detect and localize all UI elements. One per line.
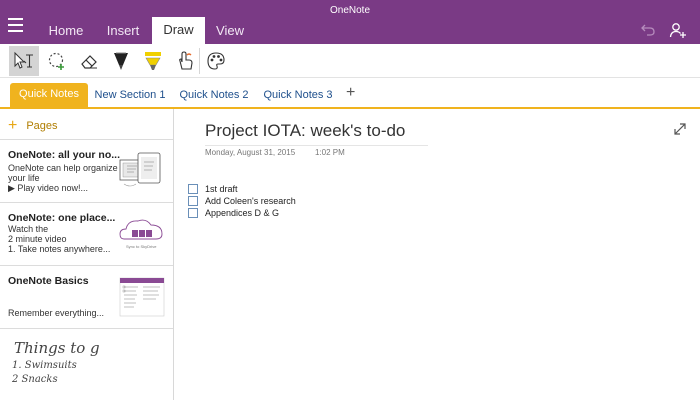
page-title[interactable]: Project IOTA: week's to-do bbox=[205, 121, 405, 141]
page-list-item[interactable]: OneNote: all your no... OneNote can help… bbox=[0, 139, 173, 202]
eraser-tool[interactable] bbox=[74, 46, 104, 76]
tab-home[interactable]: Home bbox=[38, 18, 94, 44]
todo-checkbox[interactable] bbox=[188, 196, 198, 206]
handwriting-preview: Things to g 1. Swimsuits 2 Snacks bbox=[11, 339, 100, 385]
todo-item: 1st draft bbox=[188, 184, 238, 194]
eraser-icon bbox=[81, 55, 97, 69]
palette-icon bbox=[207, 52, 225, 70]
text-cursor-select-icon bbox=[14, 51, 33, 69]
handwriting-line: Things to g bbox=[14, 339, 100, 357]
page-item-line: OneNote can help organize bbox=[8, 163, 118, 173]
page-item-title: OneNote: one place... bbox=[8, 212, 116, 224]
page-item-line: 2 minute video bbox=[8, 234, 67, 244]
page-thumbnail-cloud-sync-icon: Sync to SkyDrive bbox=[119, 219, 163, 249]
title-bar: OneNote Home Insert Draw View bbox=[0, 0, 700, 44]
yellow-highlighter-tool[interactable] bbox=[138, 46, 168, 76]
page-thumbnail-devices-icon bbox=[119, 152, 161, 187]
page-list-item[interactable]: Things to g 1. Swimsuits 2 Snacks bbox=[0, 328, 173, 392]
expand-icon[interactable] bbox=[672, 121, 688, 137]
todo-checkbox[interactable] bbox=[188, 208, 198, 218]
section-tab-quick-notes-2[interactable]: Quick Notes 2 bbox=[176, 84, 252, 108]
hamburger-menu-icon[interactable] bbox=[8, 18, 28, 34]
app-title: OneNote bbox=[329, 5, 371, 16]
page-item-line: ▶ Play video now!... bbox=[8, 183, 88, 193]
add-page-button[interactable]: + Pages bbox=[8, 117, 58, 135]
todo-item: Appendices D & G bbox=[188, 208, 279, 218]
tab-view[interactable]: View bbox=[208, 18, 252, 44]
section-tab-quick-notes[interactable]: Quick Notes bbox=[10, 83, 88, 108]
handwriting-line: 2 Snacks bbox=[11, 374, 58, 385]
todo-text[interactable]: 1st draft bbox=[205, 184, 238, 194]
lasso-icon bbox=[48, 52, 64, 70]
handwriting-line: 1. Swimsuits bbox=[12, 360, 77, 371]
plus-icon: + bbox=[8, 117, 18, 134]
tab-insert[interactable]: Insert bbox=[96, 18, 150, 44]
tab-draw[interactable]: Draw bbox=[152, 17, 205, 44]
color-palette-tool[interactable] bbox=[201, 46, 231, 76]
page-time: 1:02 PM bbox=[315, 148, 345, 157]
page-item-line: 1. Take notes anywhere... bbox=[8, 244, 111, 254]
page-item-line: Watch the bbox=[8, 224, 49, 234]
lasso-select-tool[interactable] bbox=[42, 46, 72, 76]
add-page-label: Pages bbox=[26, 120, 58, 132]
page-date: Monday, August 31, 2015 bbox=[205, 148, 296, 157]
pages-pane: + Pages OneNote: all your no... OneNote … bbox=[0, 109, 174, 400]
onenote-app: OneNote Home Insert Draw View Quick Note… bbox=[0, 0, 700, 400]
highlighter-icon bbox=[145, 52, 161, 70]
todo-checkbox[interactable] bbox=[188, 184, 198, 194]
thumbnail-caption: Sync to SkyDrive bbox=[126, 244, 157, 249]
add-section-button[interactable]: + bbox=[346, 84, 355, 102]
touch-drawing-tool[interactable] bbox=[170, 46, 200, 76]
page-item-line: Remember everything... bbox=[8, 308, 105, 318]
todo-text[interactable]: Appendices D & G bbox=[205, 208, 279, 218]
page-item-title: OneNote Basics bbox=[8, 275, 89, 287]
title-underline bbox=[205, 145, 428, 146]
page-item-title: OneNote: all your no... bbox=[8, 149, 121, 161]
page-thumbnail-notebook-icon bbox=[119, 277, 165, 317]
black-pen-tool[interactable] bbox=[106, 46, 136, 76]
section-tab-new-section-1[interactable]: New Section 1 bbox=[92, 84, 168, 108]
type-select-tool[interactable] bbox=[9, 46, 39, 76]
draw-toolbar bbox=[0, 44, 700, 78]
page-list-item[interactable]: OneNote: one place... Watch the 2 minute… bbox=[0, 202, 173, 265]
hand-draw-icon bbox=[179, 51, 193, 70]
page-canvas[interactable]: Project IOTA: week's to-do Monday, Augus… bbox=[175, 109, 700, 400]
page-item-line: your life bbox=[8, 173, 40, 183]
todo-item: Add Coleen's research bbox=[188, 196, 296, 206]
share-person-icon[interactable] bbox=[669, 22, 689, 42]
undo-icon[interactable] bbox=[640, 22, 660, 42]
section-tab-quick-notes-3[interactable]: Quick Notes 3 bbox=[260, 84, 336, 108]
black-pen-icon bbox=[114, 52, 128, 70]
toolbar-divider bbox=[199, 48, 200, 74]
page-list-item[interactable]: OneNote Basics Remember everything... bbox=[0, 265, 173, 328]
todo-text[interactable]: Add Coleen's research bbox=[205, 196, 296, 206]
